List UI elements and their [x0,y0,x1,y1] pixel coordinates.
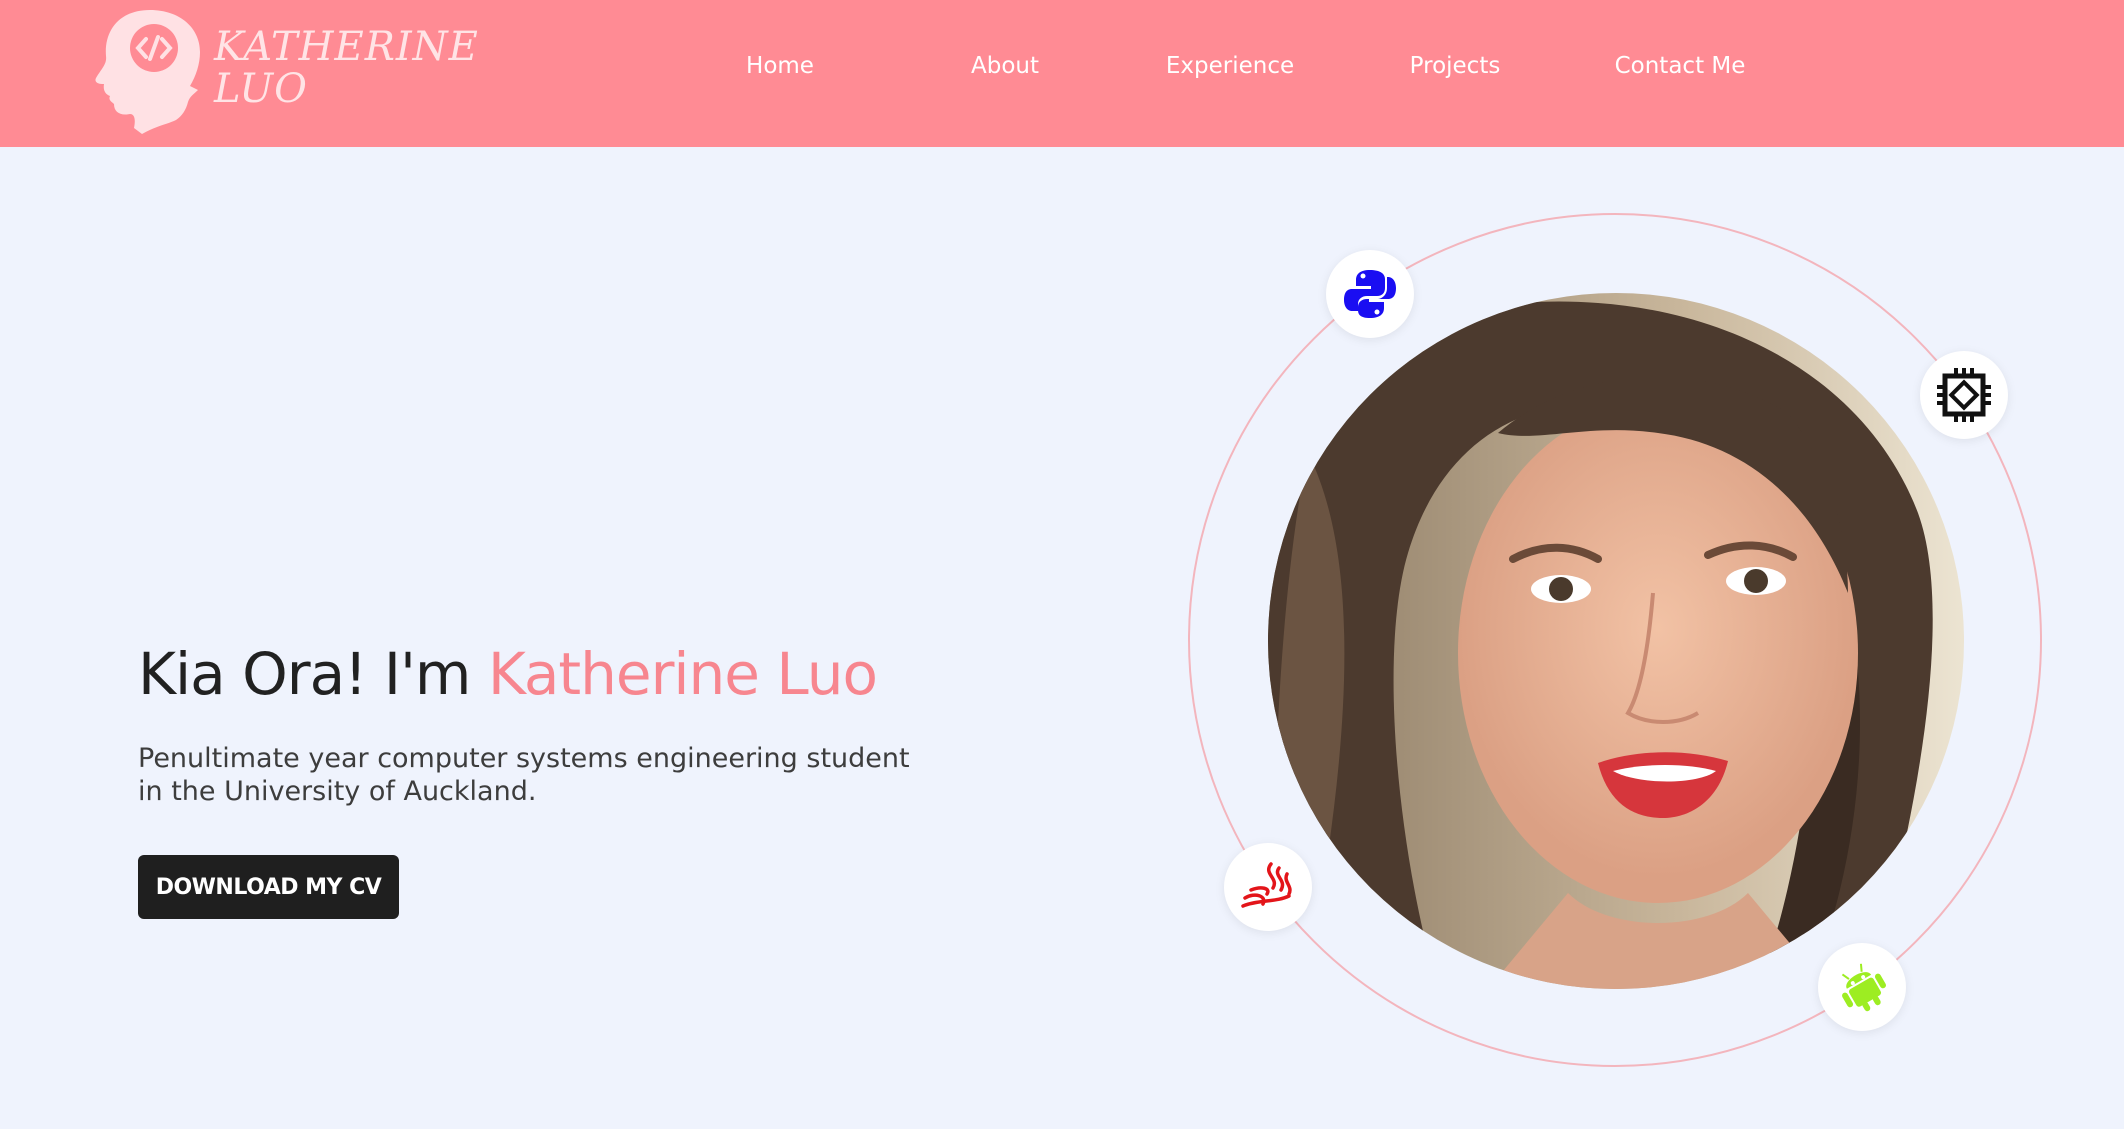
hero-subtitle: Penultimate year computer systems engine… [138,742,938,808]
hero-greeting: Kia Ora! I'm [138,640,471,708]
android-skill-badge [1818,943,1906,1031]
download-cv-button[interactable]: DOWNLOAD MY CV [138,855,399,919]
nav-experience[interactable]: Experience [1166,53,1294,85]
hero-title: Kia Ora! I'm Katherine Luo [138,640,878,708]
profile-photo [1268,293,1964,989]
chip-skill-badge [1920,351,2008,439]
java-icon [1241,862,1292,908]
android-icon [1841,963,1886,1012]
hero-name: Katherine Luo [487,640,878,708]
nav-home[interactable]: Home [746,53,814,85]
nav-projects[interactable]: Projects [1410,53,1501,85]
python-icon [1344,270,1396,318]
nav-contact-me[interactable]: Contact Me [1615,53,1746,85]
python-skill-badge [1326,250,1414,338]
java-skill-badge [1224,843,1312,931]
hero-subtitle-line-2: in the University of Auckland. [138,776,537,807]
top-navbar: KATHERINE LUO Home About Experience Proj… [0,0,2124,147]
nav-menu: Home About Experience Projects Contact M… [0,0,2124,147]
nav-about[interactable]: About [971,53,1039,85]
chip-icon [1937,368,1991,422]
hero-subtitle-line-1: Penultimate year computer systems engine… [138,743,910,774]
